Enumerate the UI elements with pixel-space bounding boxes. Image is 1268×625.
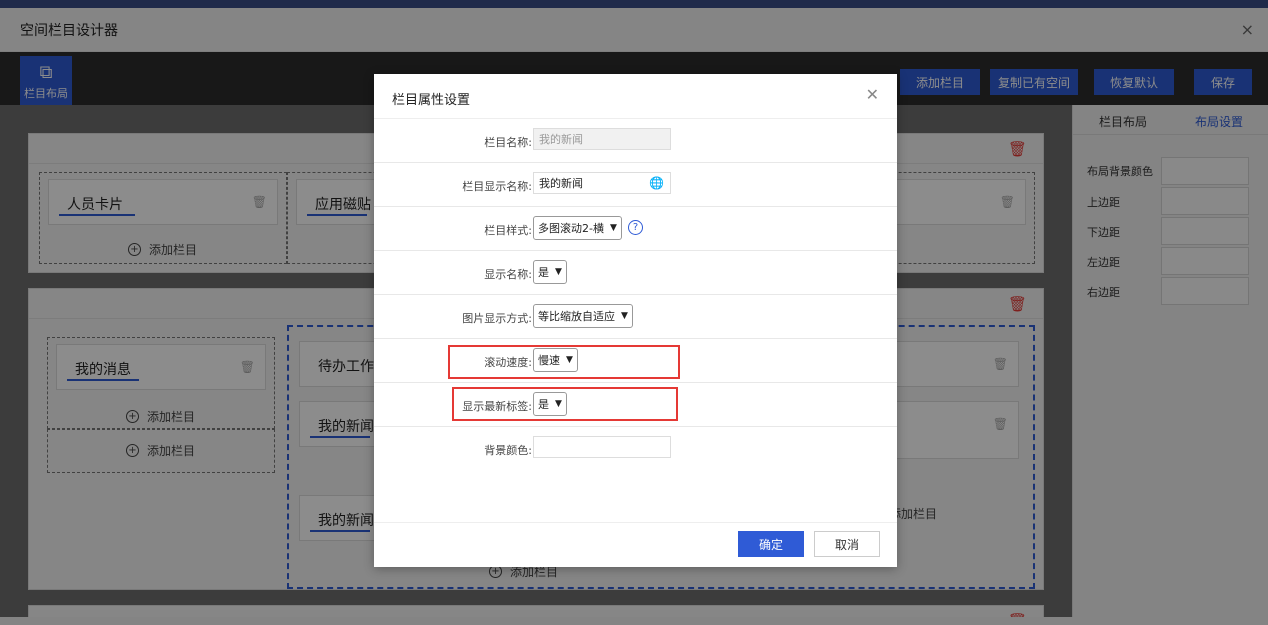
- image-display-select[interactable]: 等比缩放自适应 ▼: [533, 304, 633, 328]
- highlight-scroll-speed: [448, 345, 680, 379]
- chevron-down-icon: ▼: [555, 267, 562, 277]
- image-display-label: 图片显示方式:: [462, 312, 532, 325]
- dialog-header: 栏目属性设置 ✕: [374, 74, 897, 119]
- display-name-input[interactable]: 我的新闻 🌐: [533, 172, 671, 194]
- help-icon[interactable]: ?: [628, 220, 643, 235]
- globe-icon[interactable]: 🌐: [649, 176, 664, 190]
- bg-color-input[interactable]: [533, 436, 671, 458]
- dialog-footer: 确定 取消: [374, 522, 897, 567]
- form-row-column-style: 栏目样式: 多图滚动2-横 ▼ ?: [374, 207, 897, 251]
- form-row-show-name: 显示名称: 是 ▼: [374, 251, 897, 295]
- bg-color-label: 背景颜色:: [484, 444, 532, 457]
- column-name-input[interactable]: 我的新闻: [533, 128, 671, 150]
- dialog-title: 栏目属性设置: [392, 93, 471, 108]
- column-style-label: 栏目样式:: [484, 224, 532, 237]
- highlight-show-new-tag: [452, 387, 678, 421]
- cancel-button[interactable]: 取消: [814, 531, 880, 557]
- column-style-select[interactable]: 多图滚动2-横 ▼: [533, 216, 622, 240]
- column-properties-dialog: 栏目属性设置 ✕ 栏目名称: 我的新闻 栏目显示名称: 我的新闻 🌐 栏目样式:…: [374, 74, 897, 567]
- chevron-down-icon: ▼: [609, 223, 617, 233]
- display-name-label: 栏目显示名称:: [462, 180, 532, 193]
- show-name-label: 显示名称:: [484, 268, 532, 281]
- show-name-select[interactable]: 是 ▼: [533, 260, 567, 284]
- app-header-strip: [0, 0, 1268, 8]
- column-name-label: 栏目名称:: [484, 136, 532, 149]
- chevron-down-icon: ▼: [621, 311, 628, 321]
- form-row-column-name: 栏目名称: 我的新闻: [374, 119, 897, 163]
- confirm-button[interactable]: 确定: [738, 531, 804, 557]
- form-row-display-name: 栏目显示名称: 我的新闻 🌐: [374, 163, 897, 207]
- form-row-image-display: 图片显示方式: 等比缩放自适应 ▼: [374, 295, 897, 339]
- form-row-bg-color: 背景颜色:: [374, 427, 897, 471]
- dialog-close-icon[interactable]: ✕: [866, 85, 879, 104]
